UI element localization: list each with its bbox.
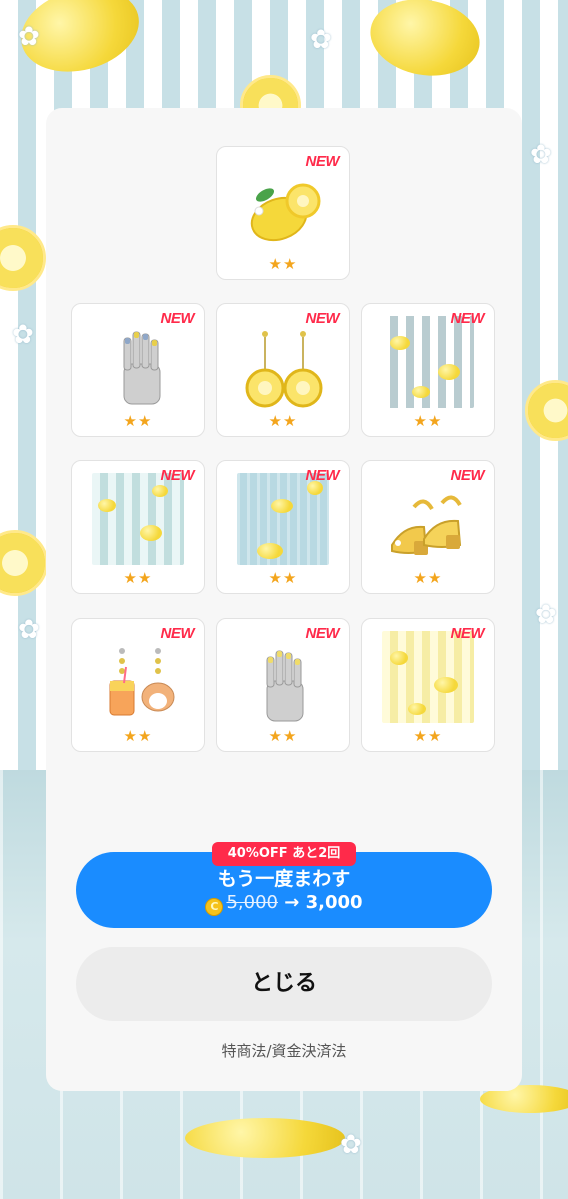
background-flower-icon: ✿ [310,25,332,55]
item-card-striped-wallpaper[interactable]: NEW ★★ [361,303,495,437]
item-card-striped-wallpaper-teal[interactable]: NEW ★★ [71,460,205,594]
rarity-stars: ★★ [413,412,443,430]
background-flower-icon: ✿ [530,140,552,170]
rarity-stars: ★★ [123,412,153,430]
new-badge: NEW [305,625,340,642]
yellow-nail-hand-icon [266,650,304,722]
item-card-drink-hamster-earrings[interactable]: NEW ★★ [71,618,205,752]
rarity-stars: ★★ [413,727,443,745]
new-badge: NEW [450,467,485,484]
background-flower-icon: ✿ [12,320,34,350]
spin-price: C 5,000 → 3,000 [76,892,492,916]
new-badge: NEW [305,310,340,327]
new-badge: NEW [450,310,485,327]
new-badge: NEW [160,310,195,327]
item-card-yellow-striped-wallpaper[interactable]: NEW ★★ [361,618,495,752]
spin-again-label: もう一度まわす [217,868,351,890]
old-price: 5,000 [226,892,278,913]
price-arrow: → [284,892,300,913]
new-badge: NEW [160,467,195,484]
new-badge: NEW [450,625,485,642]
lemon-icon [250,183,321,242]
rarity-stars: ★★ [123,727,153,745]
item-card-yellow-sandals[interactable]: NEW ★★ [361,460,495,594]
item-card-yellow-nail-hand[interactable]: NEW ★★ [216,618,350,752]
lemon-earrings-icon [245,331,323,408]
item-card-lemon-floor[interactable]: NEW ★★ [216,460,350,594]
new-price: 3,000 [305,892,363,913]
striped-wallpaper-icon [382,316,474,408]
rarity-stars: ★★ [268,569,298,587]
item-card-nail-hand[interactable]: NEW ★★ [71,303,205,437]
new-badge: NEW [305,467,340,484]
yellow-striped-wallpaper-icon [382,631,474,723]
nail-hand-icon [123,331,161,405]
legal-link[interactable]: 特商法/資金決済法 [46,1040,522,1061]
new-badge: NEW [160,625,195,642]
discount-badge: 40%OFF あと2回 [212,842,356,866]
coin-icon: C [205,898,224,916]
drink-hamster-earrings-icon [109,648,175,716]
item-card-lemon[interactable]: NEW ★★ [216,146,350,280]
item-card-lemon-earrings[interactable]: NEW ★★ [216,303,350,437]
rarity-stars: ★★ [123,569,153,587]
close-button[interactable]: とじる [76,947,492,1021]
rarity-stars: ★★ [268,727,298,745]
background-flower-icon: ✿ [18,615,40,645]
background-flower-icon: ✿ [18,22,40,52]
background-lemon-icon [185,1118,345,1158]
rarity-stars: ★★ [268,412,298,430]
new-badge: NEW [305,153,340,170]
lemon-floor-icon [237,473,329,565]
yellow-sandals-icon [391,495,462,555]
background-flower-icon: ✿ [535,600,557,630]
rarity-stars: ★★ [413,569,443,587]
background-flower-icon: ✿ [340,1130,362,1160]
striped-wallpaper-teal-icon [92,473,184,565]
rarity-stars: ★★ [268,255,298,273]
